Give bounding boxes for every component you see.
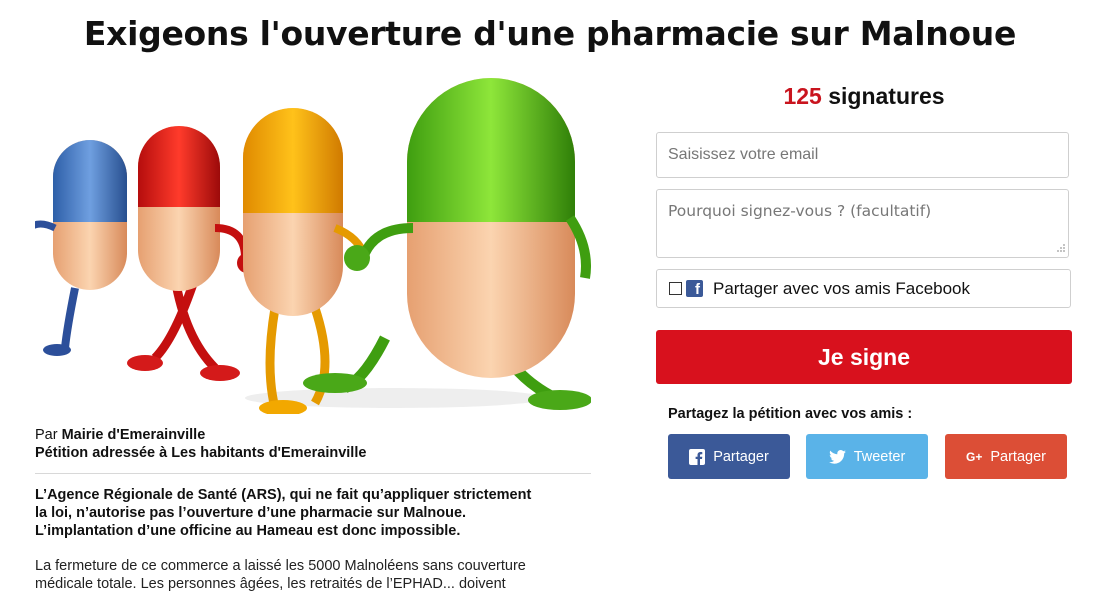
share-twitter-label: Tweeter [853,448,906,465]
email-input[interactable] [656,132,1069,178]
page-title: Exigeons l'ouverture d'une pharmacie sur… [83,14,1017,53]
intro-line: L’implantation d’une officine au Hameau … [35,523,461,539]
petition-body: La fermeture de ce commerce a laissé les… [35,557,591,593]
author-prefix: Par [35,427,62,443]
signature-count-label: signatures [821,83,945,109]
share-google-label: Partager [990,448,1046,465]
share-twitter-button[interactable]: Tweeter [806,434,928,479]
intro-line: L’Agence Régionale de Santé (ARS), qui n… [35,487,532,503]
checkbox-icon[interactable] [669,282,682,295]
facebook-icon: f [686,280,703,298]
share-facebook-button[interactable]: Partager [668,434,790,479]
petition-byline: Par Mairie d'Emerainville Pétition adres… [35,426,366,462]
petition-hero-image [35,78,591,414]
blue-pill [35,140,127,356]
body-line: La fermeture de ce commerce a laissé les… [35,558,526,574]
petition-addressee: Pétition adressée à Les habitants d'Emer… [35,445,367,461]
signature-count-number: 125 [783,83,822,109]
signature-count: 125 signatures [656,83,1072,110]
share-facebook-label: Partager [713,448,769,465]
reason-textarea[interactable] [656,189,1069,258]
resize-grip-icon[interactable] [1056,243,1066,253]
twitter-icon [828,449,846,464]
intro-line: la loi, n’autorise pas l’ouverture d’une… [35,505,467,521]
facebook-icon [689,448,706,465]
share-google-button[interactable]: G+ Partager [945,434,1067,479]
facebook-share-option[interactable]: f Partager avec vos amis Facebook [656,269,1071,308]
share-heading: Partagez la pétition avec vos amis : [668,406,913,422]
google-plus-icon: G+ [966,449,983,464]
facebook-share-label: Partager avec vos amis Facebook [713,278,971,298]
divider [35,473,591,474]
sign-button[interactable]: Je signe [656,330,1072,384]
body-line: médicale totale. Les personnes âgées, le… [35,576,506,592]
petition-intro: L’Agence Régionale de Santé (ARS), qui n… [35,486,591,540]
author-name[interactable]: Mairie d'Emerainville [62,427,206,443]
